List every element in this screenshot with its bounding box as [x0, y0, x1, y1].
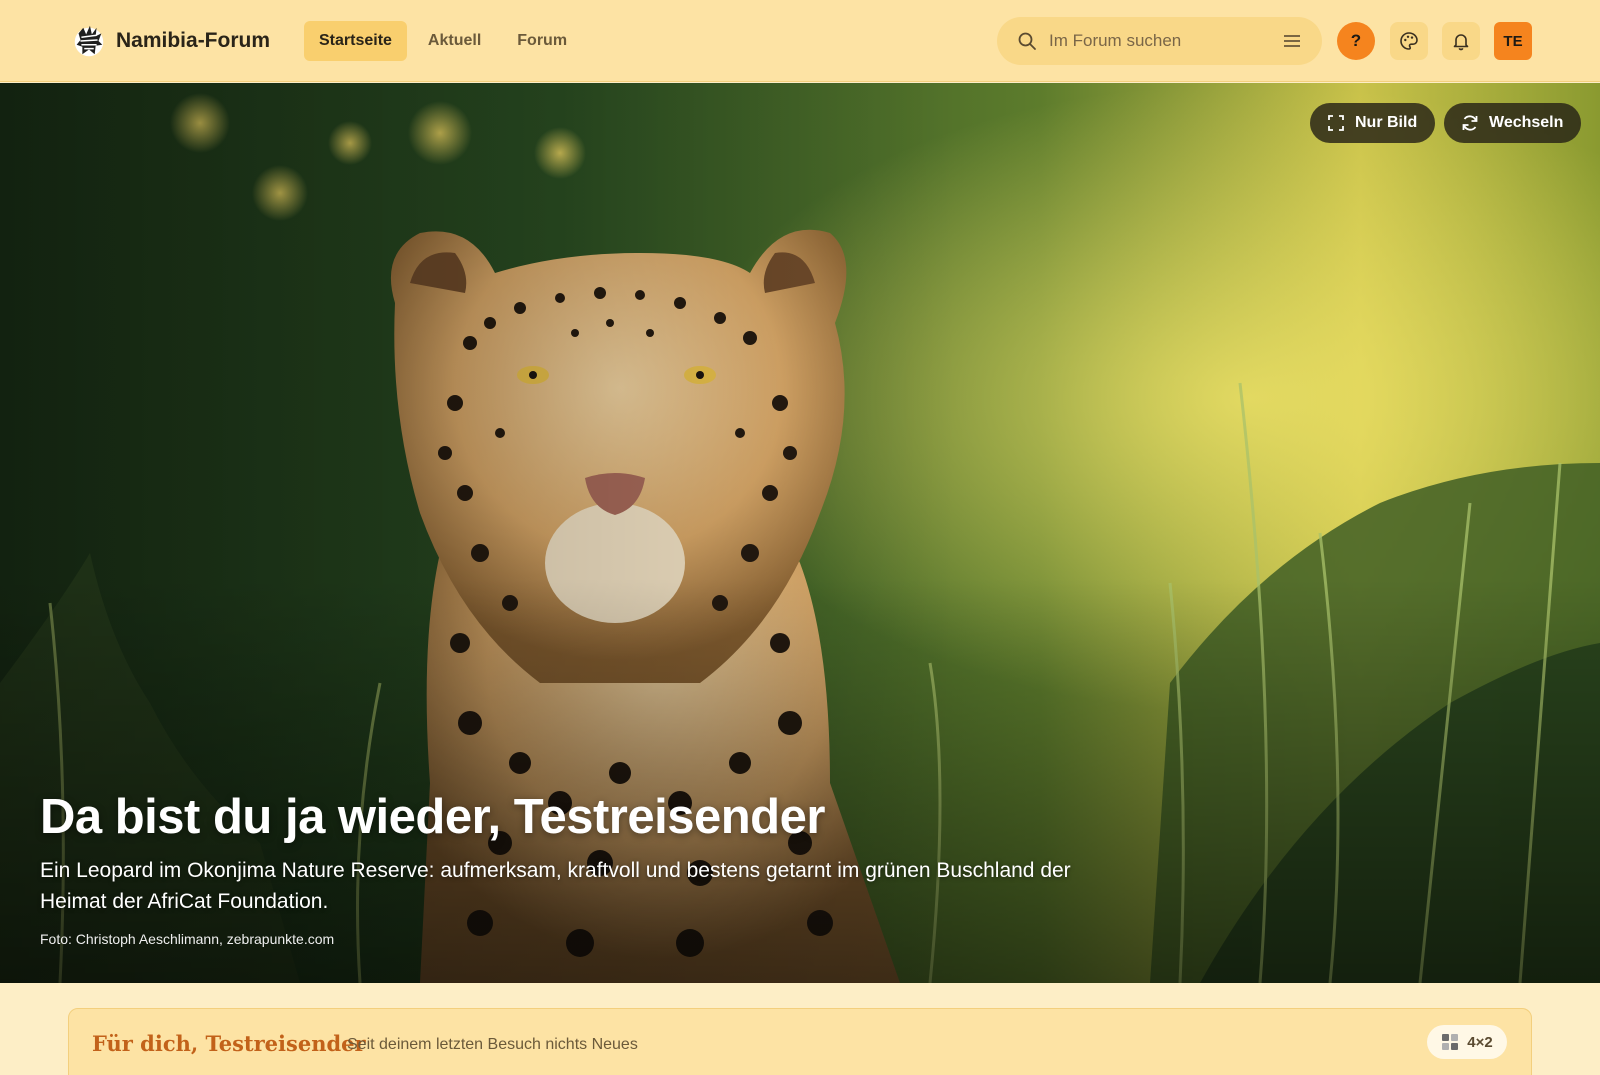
bell-icon — [1453, 34, 1469, 51]
hero-banner: Nur Bild Wechseln Da bist du ja wieder, … — [0, 83, 1600, 983]
help-icon: ? — [1350, 31, 1362, 50]
nav-startseite[interactable]: Startseite — [304, 21, 407, 61]
photo-credit: Foto: Christoph Aeschlimann, zebrapunkte… — [40, 931, 335, 947]
help-button[interactable]: ? — [1337, 22, 1375, 60]
menu-icon[interactable] — [1282, 31, 1302, 51]
refresh-icon — [1462, 115, 1478, 131]
for-you-card: Für dich, Testreisender Seit deinem letz… — [68, 1008, 1532, 1075]
notifications-button[interactable] — [1442, 22, 1480, 60]
hero-shade-left — [0, 83, 1600, 983]
for-you-title: Für dich, Testreisender — [92, 1031, 366, 1056]
switch-image-button[interactable]: Wechseln — [1444, 103, 1582, 143]
grid-layout-button[interactable]: 4×2 — [1427, 1025, 1507, 1059]
avatar[interactable]: TE — [1494, 22, 1532, 60]
view-image-only-label: Nur Bild — [1355, 114, 1418, 131]
view-image-only-button[interactable]: Nur Bild — [1310, 103, 1436, 143]
theme-button[interactable] — [1390, 22, 1428, 60]
fullscreen-icon — [1328, 115, 1344, 131]
grid-icon — [1442, 1034, 1459, 1050]
search-input[interactable] — [1049, 29, 1274, 53]
site-title: Namibia-Forum — [116, 29, 271, 52]
grid-layout-label: 4×2 — [1467, 1033, 1493, 1051]
nav-forum[interactable]: Forum — [502, 21, 582, 61]
image-description: Ein Leopard im Okonjima Nature Reserve: … — [40, 859, 1071, 913]
switch-image-label: Wechseln — [1489, 114, 1564, 131]
zebra-logo-icon — [74, 25, 104, 57]
main-nav: Startseite Aktuell Forum — [304, 21, 582, 61]
top-header: Namibia-Forum Startseite Aktuell Forum ? — [0, 0, 1600, 82]
welcome-title: Da bist du ja wieder, Testreisender — [40, 790, 825, 844]
avatar-initials: TE — [1503, 32, 1523, 50]
palette-icon — [1400, 32, 1418, 50]
search-bar[interactable] — [997, 17, 1322, 65]
nav-aktuell[interactable]: Aktuell — [413, 21, 496, 61]
search-icon — [1018, 32, 1036, 50]
site-logo[interactable]: Namibia-Forum — [70, 22, 270, 60]
for-you-subtitle: Seit deinem letzten Besuch nichts Neues — [347, 1036, 638, 1053]
